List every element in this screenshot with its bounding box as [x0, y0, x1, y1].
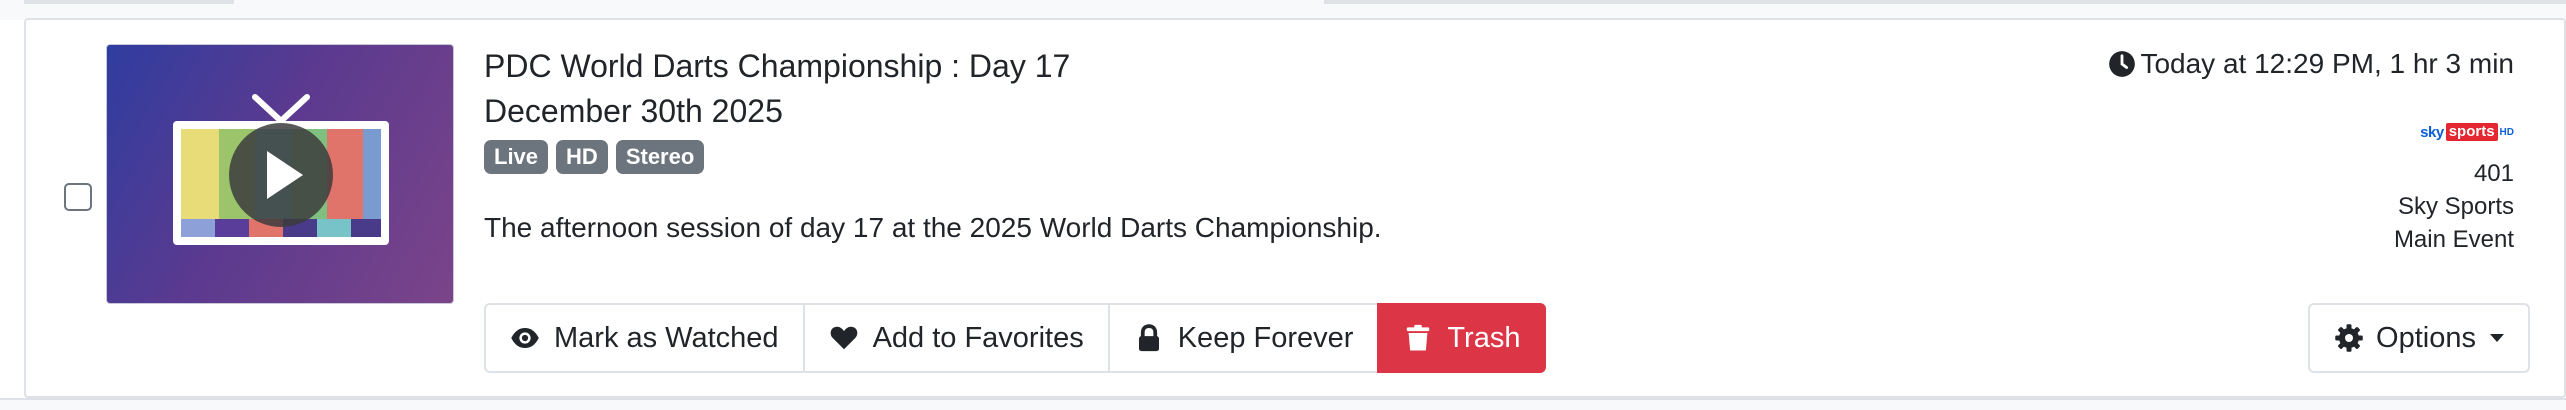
tv-play-icon	[173, 94, 389, 245]
add-favorites-label: Add to Favorites	[872, 321, 1084, 354]
mark-watched-button[interactable]: Mark as Watched	[484, 303, 803, 373]
channel-number: 401	[2473, 160, 2514, 187]
recording-thumbnail[interactable]	[106, 44, 454, 304]
channel-name-line1: Sky Sports	[2397, 193, 2514, 220]
timestamp-text: Today at 12:29 PM, 1 hr 3 min	[2140, 48, 2514, 79]
mark-watched-label: Mark as Watched	[554, 321, 779, 354]
previous-row-edge	[0, 0, 2566, 20]
tab-edge	[1324, 0, 2566, 4]
recording-subtitle: December 30th 2025	[484, 93, 783, 129]
channel-logo-sports: sports	[2445, 123, 2498, 141]
next-row-edge	[0, 398, 2566, 410]
add-favorites-button[interactable]: Add to Favorites	[802, 303, 1108, 373]
channel-logo: sky sports HD	[2420, 121, 2514, 143]
lock-icon	[1138, 324, 1159, 352]
heart-icon	[830, 326, 857, 350]
eye-icon	[511, 328, 539, 348]
status-badge-hd: HD	[556, 140, 608, 174]
tab-edge	[24, 0, 234, 4]
action-button-group: Mark as Watched Add to Favorites Keep Fo…	[484, 303, 1547, 373]
chevron-down-icon	[2490, 334, 2504, 342]
badge-list: Live HD Stereo	[484, 140, 705, 174]
status-badge-stereo: Stereo	[615, 140, 705, 174]
keep-forever-button[interactable]: Keep Forever	[1107, 303, 1378, 373]
trash-button[interactable]: Trash	[1377, 303, 1547, 373]
keep-forever-label: Keep Forever	[1177, 321, 1354, 354]
clock-icon	[2109, 51, 2136, 77]
gear-icon	[2335, 324, 2363, 352]
recording-description: The afternoon session of day 17 at the 2…	[484, 212, 1382, 243]
recording-title[interactable]: PDC World Darts Championship : Day 17	[484, 44, 1070, 88]
channel-name-line2: Main Event	[2393, 226, 2514, 253]
options-label: Options	[2376, 321, 2476, 354]
channel-info: 401 Sky Sports Main Event	[2394, 157, 2514, 256]
select-checkbox[interactable]	[64, 183, 92, 211]
channel-logo-hd: HD	[2499, 126, 2514, 138]
trash-icon	[1407, 324, 1430, 351]
channel-logo-sky: sky	[2420, 123, 2444, 141]
trash-label: Trash	[1447, 321, 1521, 354]
status-badge-live: Live	[484, 140, 549, 174]
recording-timestamp: Today at 12:29 PM, 1 hr 3 min	[2108, 44, 2514, 84]
options-dropdown-button[interactable]: Options	[2308, 303, 2530, 373]
